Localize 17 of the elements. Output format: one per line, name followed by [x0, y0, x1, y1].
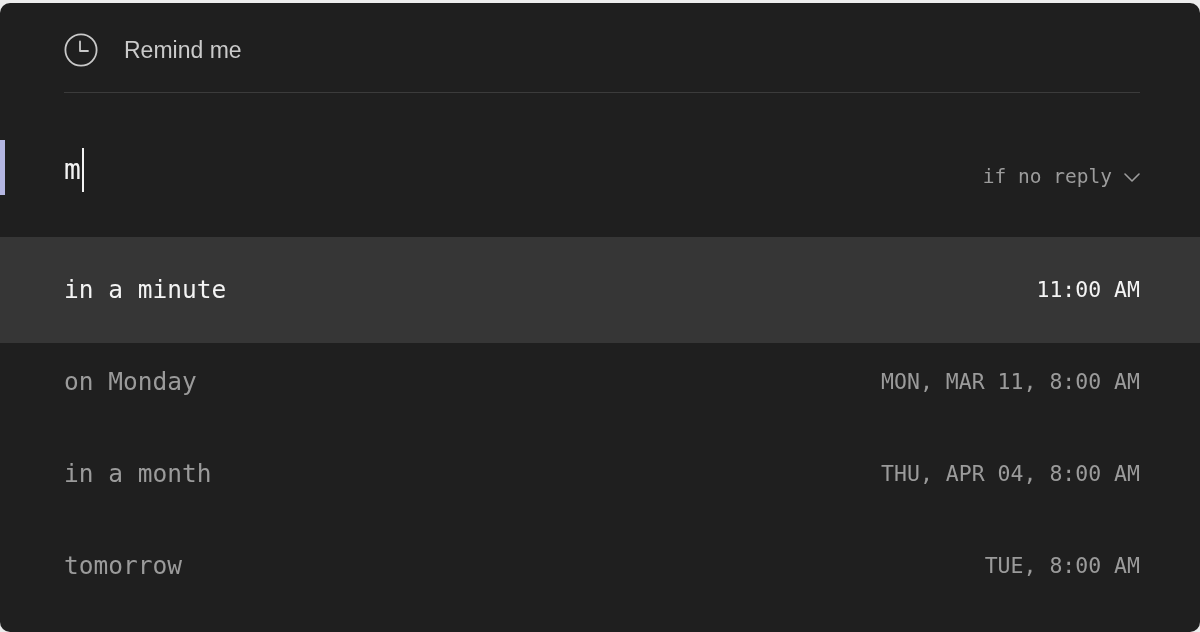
option-label: tomorrow: [64, 553, 182, 579]
selection-bar: [0, 140, 5, 195]
option-time: TUE, 8:00 AM: [984, 555, 1140, 577]
option-label: in a month: [64, 461, 212, 487]
option-time: 11:00 AM: [1036, 279, 1140, 301]
option-label: in a minute: [64, 277, 227, 303]
option-time: THU, APR 04, 8:00 AM: [881, 463, 1140, 485]
reminder-option[interactable]: in a minute 11:00 AM: [0, 237, 1200, 343]
clock-icon: [64, 33, 98, 67]
reminder-option[interactable]: in a month THU, APR 04, 8:00 AM: [0, 428, 1200, 520]
option-label: on Monday: [64, 369, 197, 395]
reminder-input[interactable]: m: [64, 145, 664, 195]
condition-dropdown[interactable]: if no reply: [982, 167, 1140, 187]
reminder-option[interactable]: tomorrow TUE, 8:00 AM: [0, 520, 1200, 612]
option-time: MON, MAR 11, 8:00 AM: [881, 371, 1140, 393]
chevron-down-icon: [1124, 172, 1140, 182]
dialog-title: Remind me: [124, 38, 242, 62]
